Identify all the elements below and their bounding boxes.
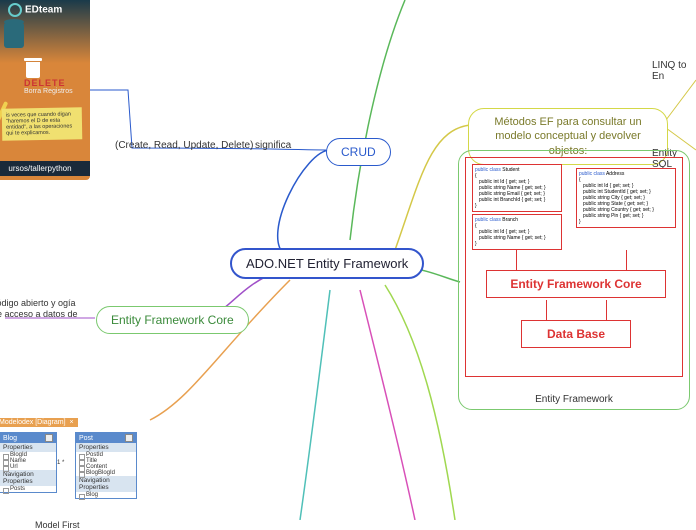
center-title: ADO.NET Entity Framework bbox=[246, 256, 408, 271]
crud-node[interactable]: CRUD bbox=[326, 138, 391, 166]
linq-label: LINQ to En bbox=[652, 60, 696, 82]
mf-blog-panel: Blog Properties BlogId Name Url Navigati… bbox=[0, 432, 57, 493]
arrow-icon bbox=[606, 300, 607, 320]
mf-title: Model First bbox=[35, 520, 80, 530]
arrow-icon bbox=[546, 300, 547, 320]
mf-post-panel: Post Properties PostId Title Content Blo… bbox=[75, 432, 137, 499]
efc-description: código abierto y ogía de acceso a datos … bbox=[0, 298, 87, 320]
delete-subtitle: Borra Registros bbox=[24, 88, 73, 95]
crud-expansion: (Create, Read, Update, Delete) bbox=[115, 140, 253, 151]
edteam-link: ursos/tallerpython bbox=[0, 161, 90, 176]
arrow-icon bbox=[516, 250, 517, 270]
ef-diagram-node[interactable]: public class public class StudentStudent… bbox=[458, 150, 690, 410]
edteam-thumbnail: EDteam DELETE Borra Registros is veces q… bbox=[0, 0, 90, 180]
ef-diagram-inner: public class public class StudentStudent… bbox=[465, 157, 683, 377]
class-student: public class public class StudentStudent… bbox=[472, 164, 562, 212]
modelfirst-thumbnail[interactable]: Modelodex [Diagram]× Blog Properties Blo… bbox=[0, 418, 170, 518]
arrow-icon bbox=[626, 250, 627, 270]
efc-box: Entity Framework Core bbox=[486, 270, 666, 298]
ef-diagram-caption: Entity Framework bbox=[459, 394, 689, 405]
class-branch: public class Branch { public int Id { ge… bbox=[472, 214, 562, 250]
edteam-logo: EDteam bbox=[8, 3, 62, 17]
trash-icon bbox=[26, 62, 40, 78]
crud-label: CRUD bbox=[341, 145, 376, 159]
delete-label: DELETE bbox=[24, 78, 66, 88]
efc-node[interactable]: Entity Framework Core bbox=[96, 306, 249, 334]
db-box: Data Base bbox=[521, 320, 631, 348]
mf-relation: 1 * bbox=[57, 460, 64, 466]
mf-tab: Modelodex [Diagram]× bbox=[0, 418, 78, 427]
database-icon bbox=[4, 22, 24, 48]
sticky-note: is veces que cuando digan "haremos el D … bbox=[2, 107, 83, 141]
efc-label: Entity Framework Core bbox=[111, 313, 234, 327]
crud-meaning: significa bbox=[255, 140, 291, 151]
class-address: public class Address { public int Id { g… bbox=[576, 168, 676, 228]
center-node[interactable]: ADO.NET Entity Framework bbox=[230, 248, 424, 279]
